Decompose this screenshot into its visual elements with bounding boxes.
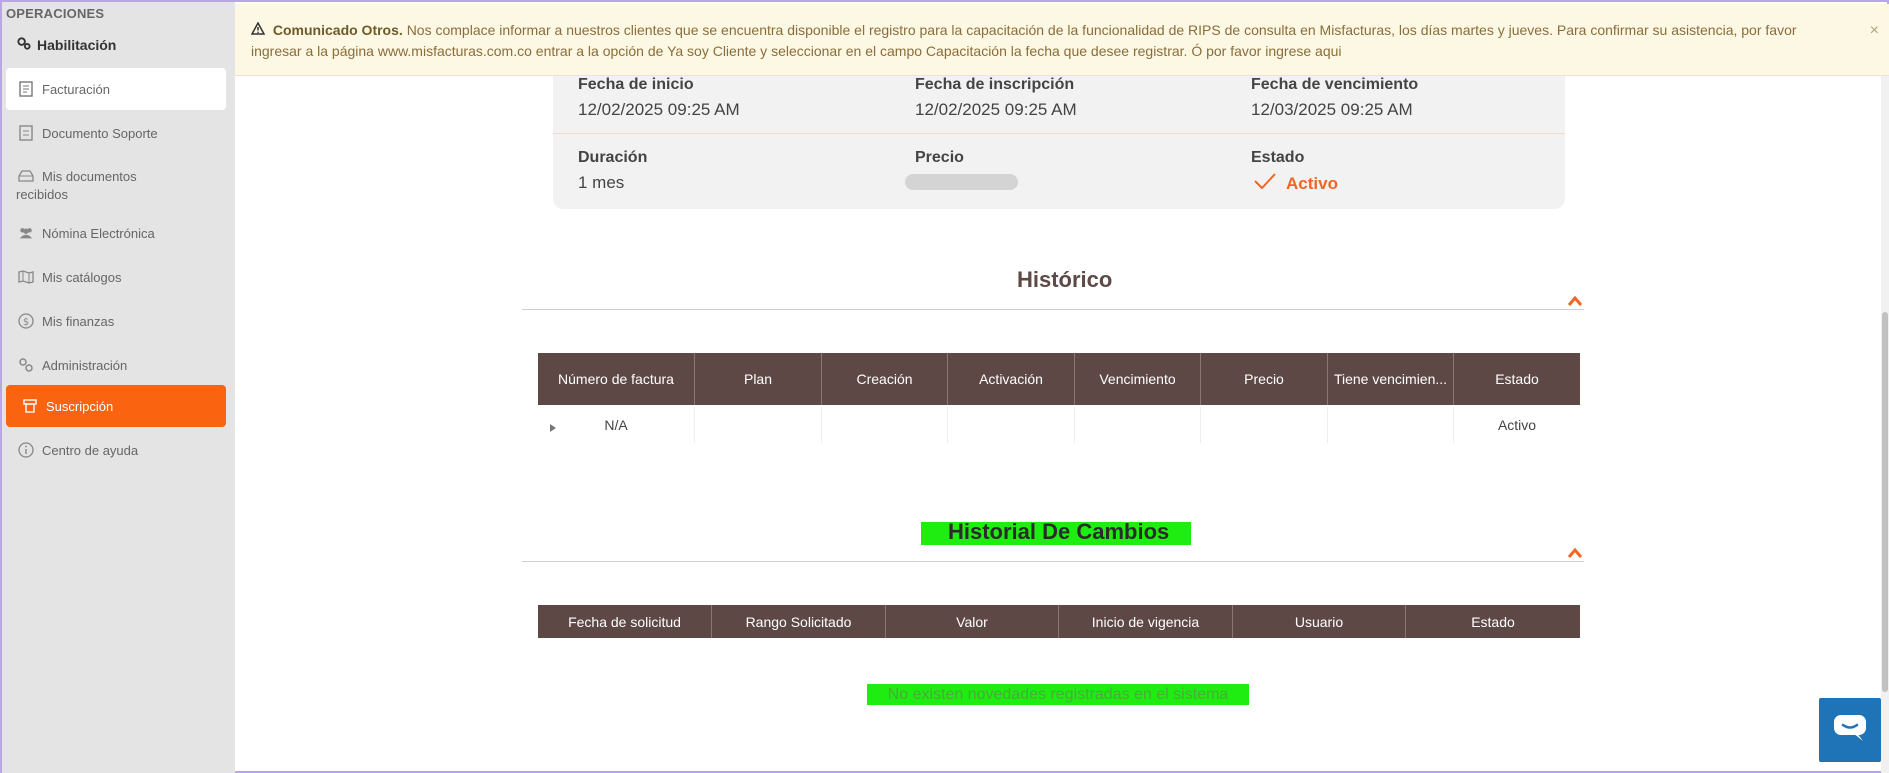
- col-precio[interactable]: Precio: [1201, 353, 1328, 405]
- sidebar-item-nomina[interactable]: Nómina Electrónica: [6, 222, 226, 244]
- sidebar-item-ayuda[interactable]: Centro de ayuda: [6, 439, 226, 461]
- sidebar-item-mis-documentos[interactable]: Mis documentos recibidos: [6, 168, 226, 206]
- precio-label: Precio: [915, 149, 964, 166]
- sidebar-item-documento-soporte[interactable]: Documento Soporte: [6, 122, 226, 144]
- historico-title: Histórico: [1017, 267, 1113, 292]
- estado-value: Activo: [1254, 173, 1338, 194]
- fecha-vencimiento-label: Fecha de vencimiento: [1251, 76, 1419, 93]
- sidebar-item-label: Facturación: [42, 81, 110, 97]
- col-numero-factura[interactable]: Número de factura: [538, 353, 695, 405]
- sidebar-item-label: Suscripción: [46, 398, 114, 414]
- card-divider: [553, 133, 1565, 134]
- fecha-inicio-value: 12/02/2025 09:25 AM: [578, 100, 740, 119]
- duracion-value: 1 mes: [578, 173, 625, 192]
- sidebar-item-facturacion[interactable]: Facturación: [6, 68, 226, 110]
- close-icon[interactable]: ×: [1870, 20, 1879, 41]
- col-estado[interactable]: Estado: [1406, 605, 1580, 638]
- chat-button[interactable]: [1819, 698, 1881, 762]
- col-activacion[interactable]: Activación: [948, 353, 1075, 405]
- col-creacion[interactable]: Creación: [822, 353, 948, 405]
- col-plan[interactable]: Plan: [695, 353, 822, 405]
- cambios-table-header: Fecha de solicitud Rango Solicitado Valo…: [538, 605, 1580, 638]
- sidebar-item-label: Mis documentos recibidos: [16, 169, 137, 202]
- estado-label: Estado: [1251, 149, 1305, 166]
- cell-precio: [1201, 407, 1328, 443]
- col-usuario[interactable]: Usuario: [1233, 605, 1406, 638]
- col-tiene-vencimiento[interactable]: Tiene vencimien...: [1328, 353, 1454, 405]
- col-inicio-vigencia[interactable]: Inicio de vigencia: [1059, 605, 1233, 638]
- map-icon: [18, 269, 34, 285]
- cambios-divider: [522, 561, 1584, 562]
- sidebar-item-label: Documento Soporte: [42, 125, 158, 141]
- svg-text:$: $: [23, 317, 29, 328]
- cell-activacion: [948, 407, 1075, 443]
- sidebar-item-label: Nómina Electrónica: [42, 225, 155, 241]
- col-estado[interactable]: Estado: [1454, 353, 1580, 405]
- sidebar-item-suscripcion[interactable]: Suscripción: [6, 385, 226, 427]
- chat-icon: [1833, 714, 1867, 747]
- cell-estado: Activo: [1497, 417, 1537, 433]
- sidebar-item-label: Mis catálogos: [42, 269, 122, 285]
- historico-table-header: Número de factura Plan Creación Activaci…: [538, 353, 1580, 405]
- fecha-inscripcion-value: 12/02/2025 09:25 AM: [915, 100, 1077, 119]
- cell-vencimiento: [1075, 407, 1201, 443]
- warning-icon: [250, 20, 269, 41]
- cambios-title: Historial De Cambios: [948, 519, 1170, 544]
- estado-text: Activo: [1286, 173, 1338, 193]
- sidebar-item-catalogos[interactable]: Mis catálogos: [6, 266, 226, 288]
- duracion-label: Duración: [578, 149, 648, 166]
- scrollbar-thumb[interactable]: [1882, 312, 1888, 692]
- historico-divider: [522, 309, 1584, 310]
- sidebar-section-title: OPERACIONES: [6, 6, 105, 21]
- empty-state-message: No existen novedades registradas en el s…: [867, 684, 1249, 705]
- col-rango-solicitado[interactable]: Rango Solicitado: [712, 605, 886, 638]
- sidebar-item-label: Mis finanzas: [42, 313, 115, 329]
- sidebar-item-label: Administración: [42, 357, 128, 373]
- cell-numero: N/A: [538, 407, 695, 443]
- table-row[interactable]: N/A Activo: [538, 407, 1580, 443]
- cell-plan: [695, 407, 822, 443]
- sidebar-group-habilitacion[interactable]: Habilitación: [16, 36, 116, 54]
- check-icon: [1254, 173, 1276, 194]
- precio-redacted: [905, 174, 1018, 190]
- inbox-icon: [18, 168, 34, 184]
- collapse-historico-icon[interactable]: [1567, 295, 1583, 307]
- sidebar: OPERACIONES Habilitación Facturación Doc…: [2, 2, 235, 773]
- cell-numero-text: N/A: [604, 417, 628, 433]
- sidebar-item-finanzas[interactable]: $ Mis finanzas: [6, 310, 226, 332]
- collapse-cambios-icon[interactable]: [1567, 547, 1583, 559]
- col-valor[interactable]: Valor: [886, 605, 1059, 638]
- cell-tiene-vencimiento: [1328, 407, 1454, 443]
- sidebar-item-administracion[interactable]: Administración: [6, 354, 226, 376]
- col-vencimiento[interactable]: Vencimiento: [1075, 353, 1201, 405]
- banner-title: Comunicado Otros.: [272, 22, 403, 38]
- subscription-summary-card: Fecha de inicio 12/02/2025 09:25 AM Fech…: [553, 76, 1565, 209]
- fecha-vencimiento-value: 12/03/2025 09:25 AM: [1251, 100, 1413, 119]
- cell-creacion: [822, 407, 948, 443]
- subscription-icon: [22, 398, 38, 414]
- fecha-inscripcion-label: Fecha de inscripción: [915, 76, 1075, 93]
- document-icon: [18, 125, 34, 141]
- announcement-banner: Comunicado Otros. Nos complace informar …: [235, 4, 1889, 76]
- sidebar-group-label: Habilitación: [37, 37, 117, 53]
- col-fecha-solicitud[interactable]: Fecha de solicitud: [538, 605, 712, 638]
- sidebar-item-label: Centro de ayuda: [42, 442, 139, 458]
- info-icon: [18, 442, 34, 458]
- cogs-icon: [18, 357, 34, 373]
- invoice-icon: [18, 81, 34, 97]
- dollar-icon: $: [18, 313, 34, 329]
- cogs-icon: [16, 36, 31, 54]
- banner-text: Nos complace informar a nuestros cliente…: [251, 22, 1797, 59]
- fecha-inicio-label: Fecha de inicio: [578, 76, 694, 93]
- expand-row-icon[interactable]: [550, 419, 556, 435]
- users-icon: [18, 225, 34, 241]
